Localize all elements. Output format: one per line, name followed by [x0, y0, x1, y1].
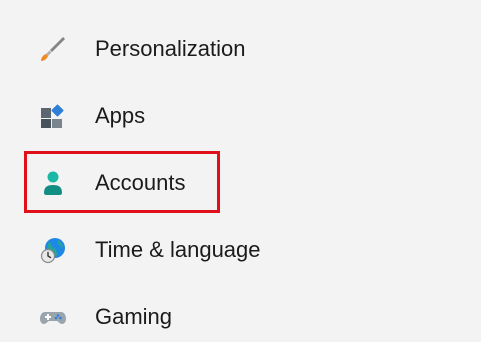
nav-item-apps[interactable]: Apps: [24, 91, 464, 141]
nav-item-label: Apps: [95, 103, 146, 128]
nav-item-label: Gaming: [95, 304, 173, 329]
nav-item-accounts[interactable]: Accounts: [24, 158, 464, 208]
nav-item-label: Personalization: [95, 36, 246, 61]
globe-clock-icon: [39, 236, 67, 264]
person-icon: [39, 169, 67, 197]
nav-item-personalization[interactable]: Personalization: [24, 24, 464, 74]
nav-item-gaming[interactable]: Gaming: [24, 292, 464, 342]
apps-icon: [39, 102, 67, 130]
nav-item-label: Accounts: [95, 170, 186, 195]
paintbrush-icon: [39, 35, 67, 63]
nav-item-label: Time & language: [95, 237, 261, 262]
nav-item-time-language[interactable]: Time & language: [24, 225, 464, 275]
settings-nav-list: Personalization Apps Accounts Time & lan…: [0, 0, 481, 333]
gamepad-icon: [39, 303, 67, 331]
